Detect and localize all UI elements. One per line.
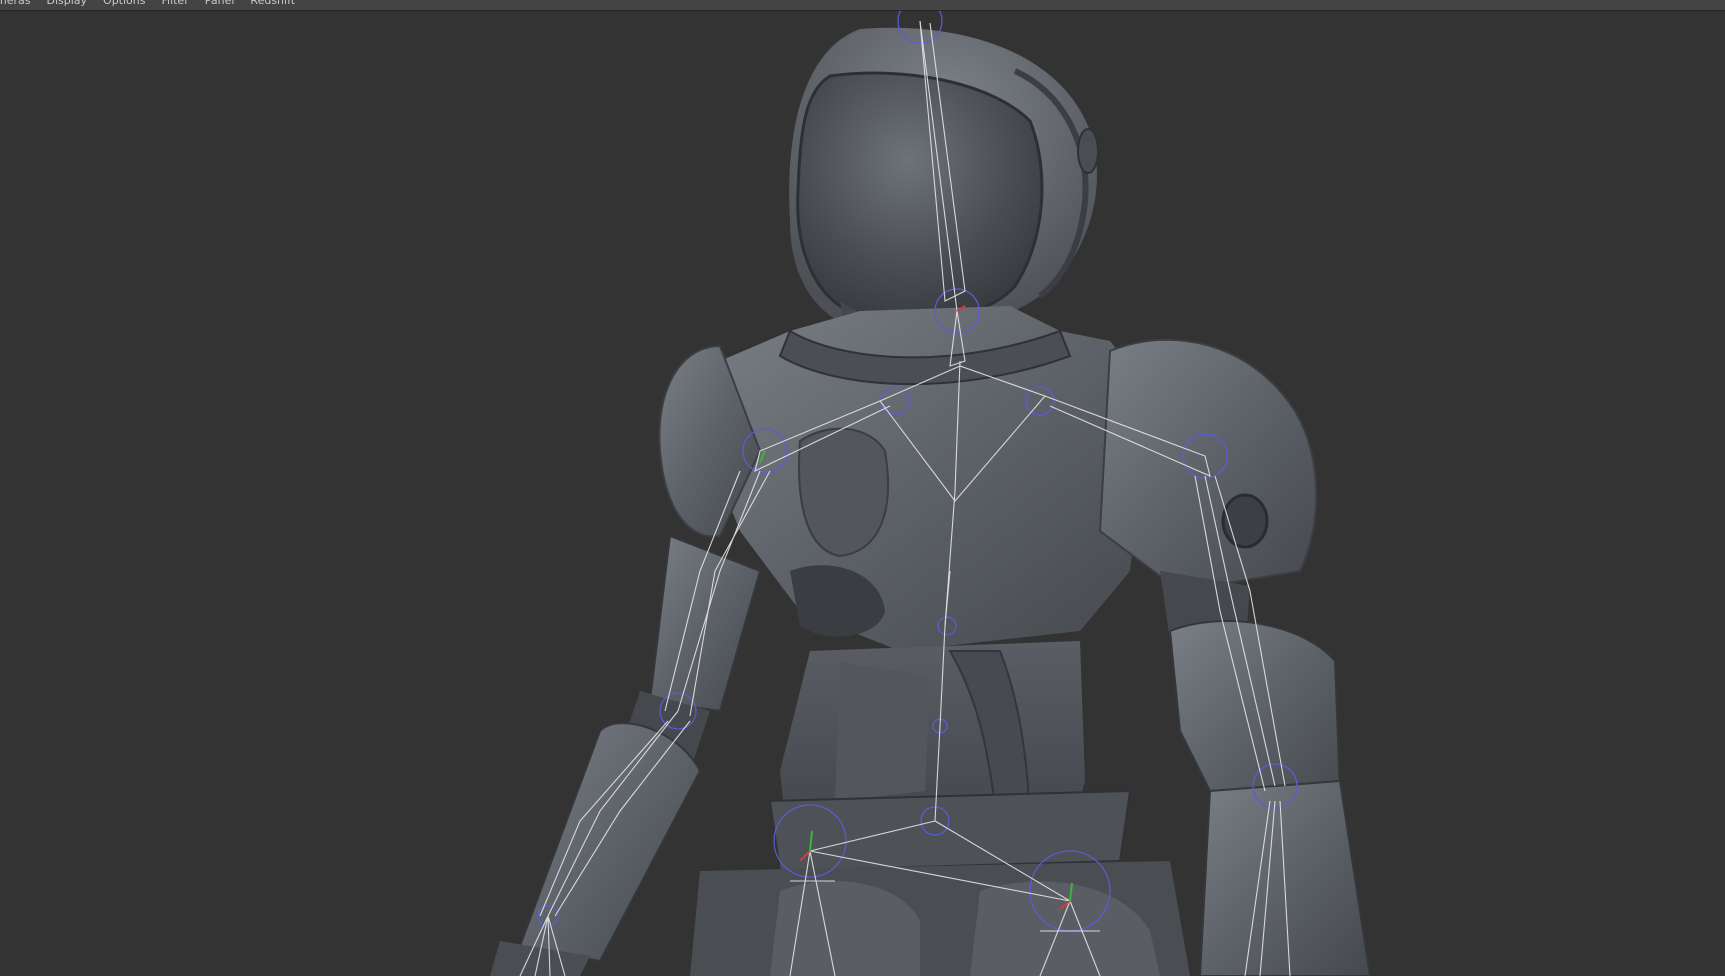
viewport-menu-bar: meras Display Options Filter Panel Redsh… [0,0,1725,11]
menu-redshift[interactable]: Redshift [250,0,295,8]
menu-filter[interactable]: Filter [161,0,188,8]
robot-helmet [789,27,1099,350]
menu-cameras[interactable]: meras [0,0,30,8]
menu-panel[interactable]: Panel [205,0,235,8]
viewport-render [490,11,1372,976]
menu-display[interactable]: Display [46,0,87,8]
3d-viewport[interactable] [0,11,1725,976]
menu-options[interactable]: Options [103,0,145,8]
